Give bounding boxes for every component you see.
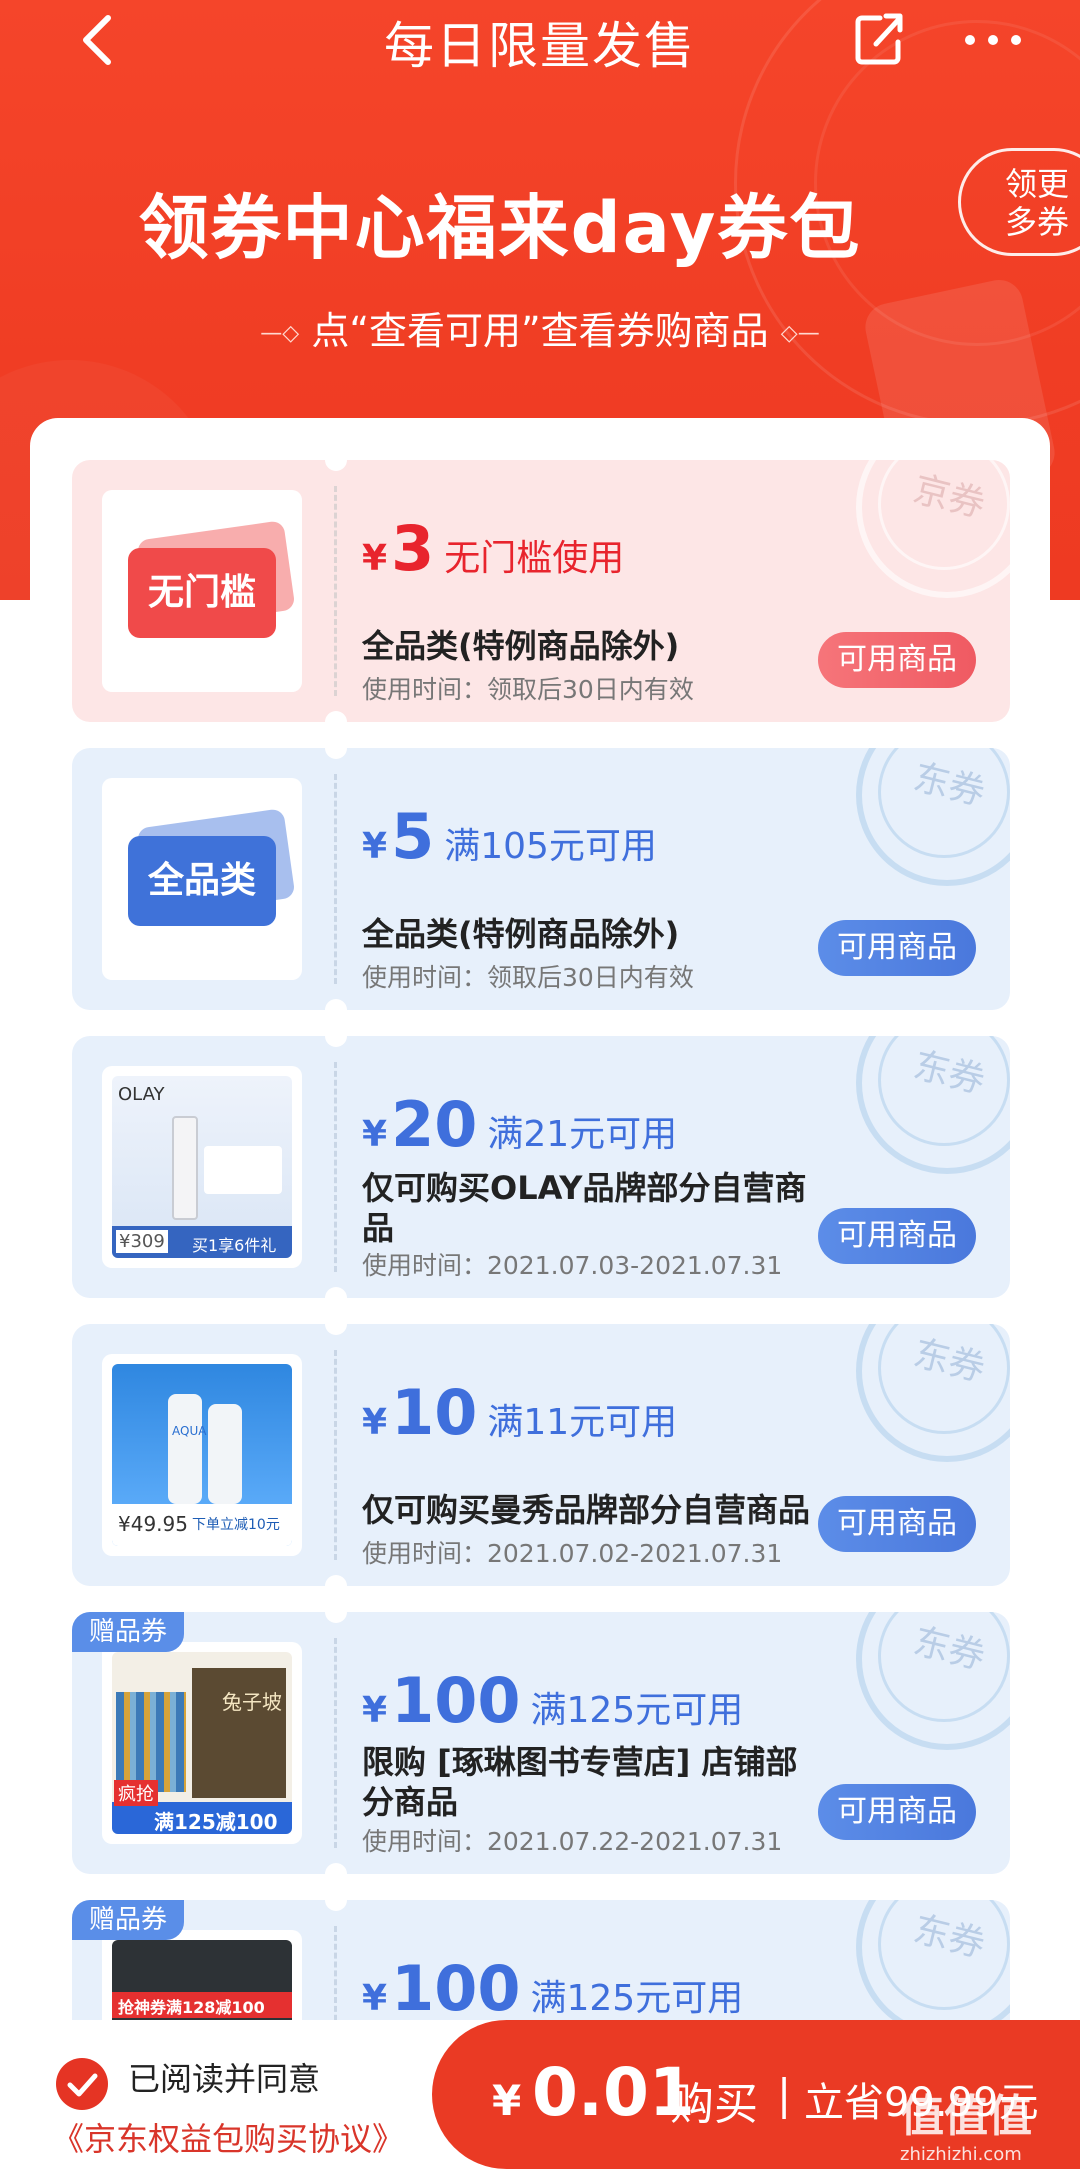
coupon-name: 全品类(特例商品除外) [362,915,680,953]
product-image: 兔子坡 疯抢 满125减100 [102,1642,302,1844]
available-products-button[interactable]: 可用商品 [818,920,976,976]
coupon-amount: ¥3 无门槛使用 [362,512,625,585]
ticket-icon: 无门槛 [128,548,276,638]
gift-coupon-tag: 赠品券 [72,1900,184,1940]
share-icon[interactable] [850,8,910,68]
hint-text: —◇ 点“查看可用”查看券购商品 ◇— [260,309,820,353]
coupon-card: 京券 无门槛 ¥3 无门槛使用 全品类(特例商品除外) 使用时间：领取后30日内有… [72,460,1010,722]
coupon-name: 仅可购买曼秀品牌部分自营商品 [362,1491,811,1529]
coupon-amount: ¥100 满125元可用 [362,1664,744,1737]
available-products-button[interactable]: 可用商品 [818,1784,976,1840]
more-coupons-label-1: 领更 [1005,165,1070,203]
diamond-icon: ◇— [780,321,820,346]
coupon-image: 无门槛 [102,490,302,692]
product-image: AQUA ¥49.95 下单立减10元 [102,1354,302,1556]
page-title: 每日限量发售 [384,17,696,75]
agree-text: 已阅读并同意 [128,2060,321,2098]
coupon-name: 全品类(特例商品除外) [362,627,680,665]
coupon-amount: ¥10 满11元可用 [362,1376,678,1449]
more-coupons-button[interactable]: 领更 多券 [958,148,1080,256]
coupon-card: 东券 兔子坡 疯抢 满125减100 赠品券 ¥100 满125元可用 限购 [琢… [72,1612,1010,1874]
product-image: OLAY ¥309 买1享6件礼 [102,1066,302,1268]
coupon-card: 东券 OLAY ¥309 买1享6件礼 ¥20 满21元可用 仅可购买OLAY品牌… [72,1036,1010,1298]
diamond-icon: —◇ [260,321,300,346]
coupon-time: 使用时间：2021.07.22-2021.07.31 [362,1827,783,1856]
coupon-card: 东券 全品类 ¥5 满105元可用 全品类(特例商品除外) 使用时间：领取后30日… [72,748,1010,1010]
coupon-name: 限购 [琢琳图书专营店] 店铺部分商品 [362,1743,798,1821]
available-products-button[interactable]: 可用商品 [818,632,976,688]
hero-title: 领券中心福来day券包 [138,187,862,269]
more-coupons-label-2: 多券 [1005,203,1070,241]
coupon-name: 仅可购买OLAY品牌部分自营商品 [362,1169,807,1247]
agreement-link[interactable]: 《京东权益包购买协议》 [52,2114,404,2160]
coupon-time: 使用时间：2021.07.02-2021.07.31 [362,1539,783,1568]
available-products-button[interactable]: 可用商品 [818,1208,976,1264]
agree-checkbox[interactable] [56,2058,108,2110]
coupon-amount: ¥100 满125元可用 [362,1952,744,2025]
gift-coupon-tag: 赠品券 [72,1612,184,1652]
coupon-time: 使用时间：领取后30日内有效 [362,675,694,704]
watermark-logo: 值值值 zhizhizhi.com [900,2091,1032,2165]
more-icon[interactable] [958,10,1028,70]
coupon-amount: ¥5 满105元可用 [362,800,657,873]
coupon-card: 东券 AQUA ¥49.95 下单立减10元 ¥10 满11元可用 仅可购买曼秀品… [72,1324,1010,1586]
ticket-icon: 全品类 [128,836,276,926]
coupon-time: 使用时间：领取后30日内有效 [362,963,694,992]
coupon-time: 使用时间：2021.07.03-2021.07.31 [362,1251,783,1280]
coupon-image: 全品类 [102,778,302,980]
coupon-amount: ¥20 满21元可用 [362,1088,678,1161]
available-products-button[interactable]: 可用商品 [818,1496,976,1552]
